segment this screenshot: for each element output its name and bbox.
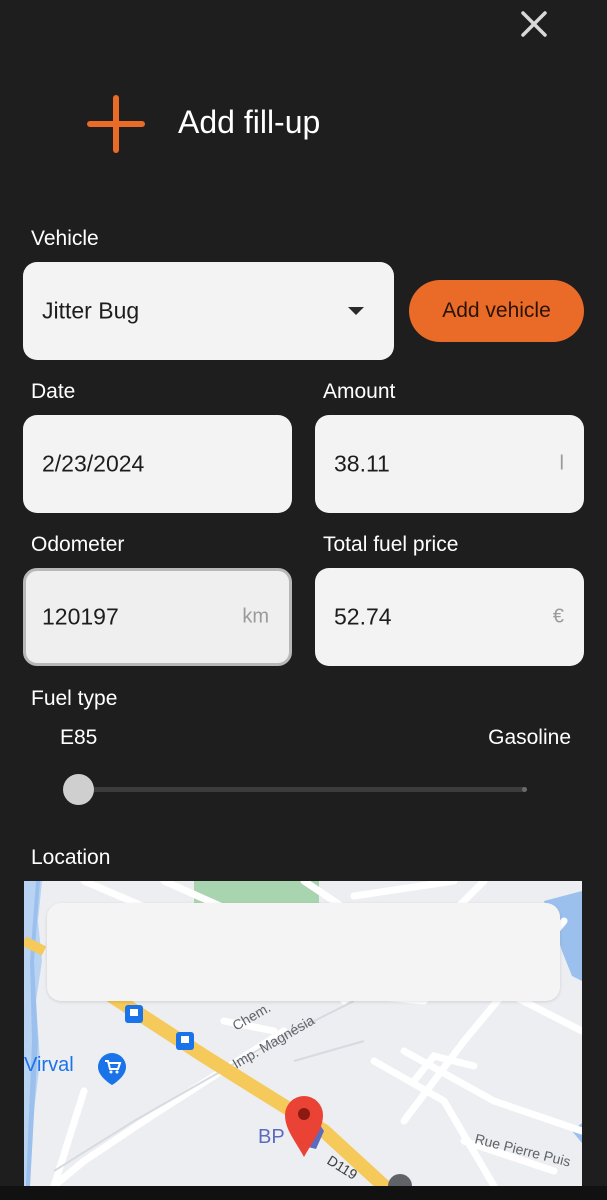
amount-unit: l <box>559 452 564 475</box>
bus-stop-icon <box>176 1032 194 1050</box>
odometer-value: 120197 <box>42 603 119 630</box>
add-fillup-screen: Add fill-up Vehicle Jitter Bug Add vehic… <box>0 0 607 1200</box>
odometer-label: Odometer <box>31 533 125 556</box>
map-label-station: BP <box>258 1126 285 1148</box>
date-value: 2/23/2024 <box>42 450 145 477</box>
odometer-field[interactable]: 120197 km <box>23 568 292 666</box>
amount-label: Amount <box>323 380 396 403</box>
price-value: 52.74 <box>334 603 392 630</box>
fuel-min-label: E85 <box>60 726 98 749</box>
page-title: Add fill-up <box>178 104 321 140</box>
amount-value: 38.11 <box>334 450 390 477</box>
chevron-down-icon <box>348 307 364 315</box>
vehicle-label: Vehicle <box>31 227 99 250</box>
map-search-box[interactable] <box>47 903 560 1001</box>
map-label-shop: Virval <box>24 1054 74 1076</box>
location-label: Location <box>31 846 111 869</box>
bus-stop-icon <box>125 1005 143 1023</box>
add-vehicle-button[interactable]: Add vehicle <box>409 280 584 342</box>
fuel-type-slider-end <box>522 787 527 792</box>
system-navigation-bar <box>0 1186 607 1200</box>
fuel-type-slider-track[interactable] <box>79 787 527 792</box>
date-field[interactable]: 2/23/2024 <box>23 415 292 513</box>
fuel-type-label: Fuel type <box>31 687 118 710</box>
amount-field[interactable]: 38.11 l <box>315 415 584 513</box>
price-unit: € <box>552 605 564 628</box>
close-icon[interactable] <box>514 4 554 44</box>
price-label: Total fuel price <box>323 533 459 556</box>
odometer-unit: km <box>242 605 269 628</box>
close-button[interactable] <box>514 4 554 44</box>
location-map[interactable]: Chem. Imp. Magnésia Virval BP D119 Rue P… <box>24 881 582 1186</box>
fuel-max-label: Gasoline <box>488 726 571 749</box>
date-label: Date <box>31 380 76 403</box>
fuel-type-slider-thumb[interactable] <box>63 774 94 805</box>
plus-icon <box>87 95 145 153</box>
vehicle-selected-value: Jitter Bug <box>42 297 140 324</box>
vehicle-dropdown[interactable]: Jitter Bug <box>23 262 394 360</box>
price-field[interactable]: 52.74 € <box>315 568 584 666</box>
